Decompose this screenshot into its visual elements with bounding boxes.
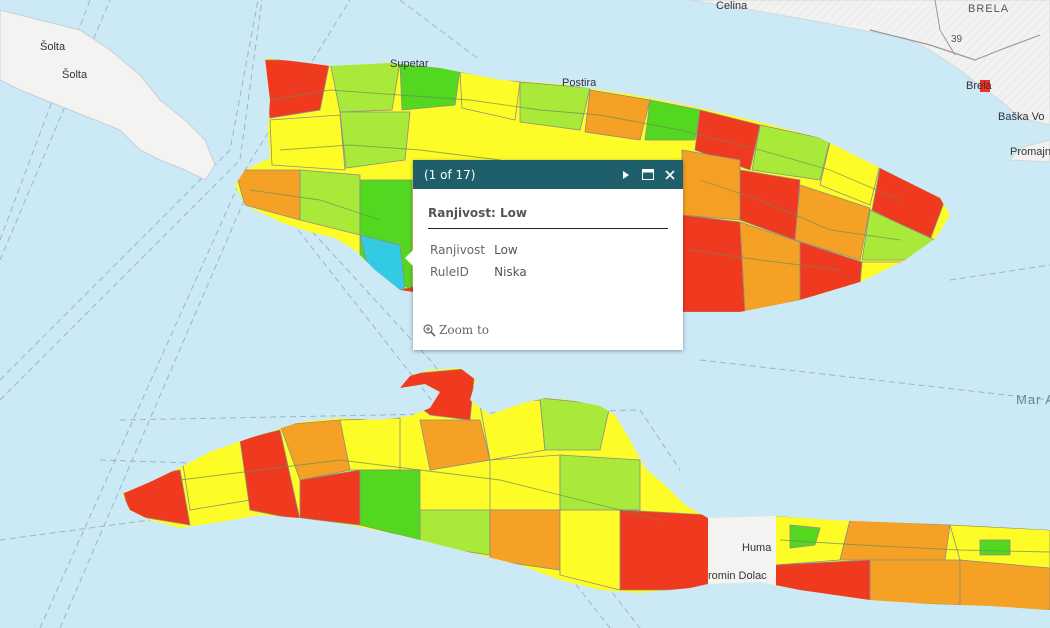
- place-brela-region: BRELA: [968, 3, 1009, 15]
- play-next-icon: [623, 170, 629, 179]
- popup-title: Ranjivost: Low: [428, 206, 668, 229]
- next-feature-button[interactable]: [615, 160, 637, 189]
- attribute-value: Low: [494, 243, 518, 257]
- place-huma: Huma: [742, 542, 772, 554]
- place-solta-1: Šolta: [40, 40, 66, 53]
- zoom-to-link[interactable]: Zoom to: [423, 323, 489, 337]
- zoom-in-icon: [423, 323, 436, 337]
- place-baska-voda: Baška Vo: [998, 111, 1044, 123]
- place-brela-town: Brela: [966, 80, 993, 92]
- place-solta-2: Šolta: [62, 68, 88, 81]
- table-row: Ranjivost Low: [428, 239, 529, 261]
- place-promin-dolac: romin Dolac: [708, 570, 767, 582]
- popup-pointer: [405, 250, 413, 266]
- maximize-icon: [642, 169, 654, 180]
- close-icon: [665, 169, 675, 180]
- attribute-table: Ranjivost Low RuleID Niska: [428, 239, 529, 283]
- attribute-name: RuleID: [430, 265, 469, 279]
- zoom-to-label: Zoom to: [439, 323, 490, 337]
- attribute-name: Ranjivost: [430, 243, 486, 257]
- table-row: RuleID Niska: [428, 261, 529, 283]
- sea-label-mar: Mar A: [1016, 392, 1050, 407]
- popup-titlebar: (1 of 17): [413, 160, 683, 189]
- close-button[interactable]: [659, 160, 681, 189]
- maximize-button[interactable]: [637, 160, 659, 189]
- place-promajna: Promajn: [1010, 146, 1050, 158]
- route-number: 39: [951, 34, 963, 45]
- hvar-island: [122, 368, 1050, 610]
- place-postira: Postira: [562, 77, 597, 89]
- place-supetar: Supetar: [390, 58, 429, 70]
- place-celina: Celina: [716, 0, 748, 12]
- feature-popup: (1 of 17) Ranjivost: Low Ranjivost Low R…: [405, 160, 683, 350]
- popup-feature-count: (1 of 17): [424, 167, 476, 182]
- popup-content: Ranjivost: Low Ranjivost Low RuleID Nisk…: [413, 189, 683, 283]
- attribute-value: Niska: [494, 265, 527, 279]
